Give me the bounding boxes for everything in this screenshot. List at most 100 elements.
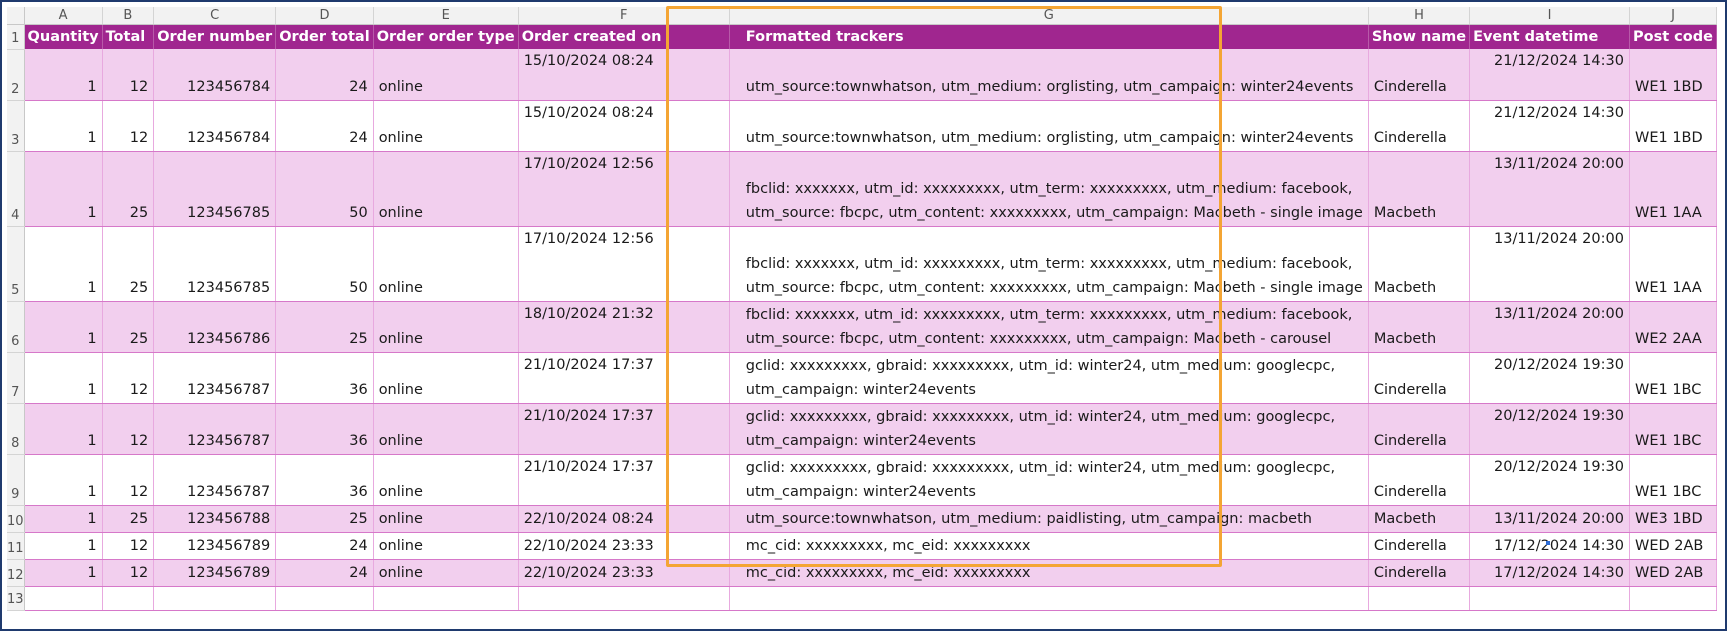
cell-order-type[interactable]: online bbox=[373, 100, 519, 152]
cell-post-code[interactable]: WED 2AB bbox=[1629, 532, 1717, 560]
cell-order-number[interactable]: 123456785 bbox=[153, 151, 277, 227]
cell-order-type[interactable]: online bbox=[373, 301, 519, 353]
cell-formatted-trackers[interactable]: gclid: xxxxxxxxx, gbraid: xxxxxxxxx, utm… bbox=[729, 454, 1369, 506]
column-letter-f[interactable]: F bbox=[518, 7, 730, 25]
cell-order-number[interactable]: 123456785 bbox=[153, 226, 277, 302]
cell-order-number[interactable]: 123456784 bbox=[153, 49, 277, 101]
cell-order-type[interactable]: online bbox=[373, 454, 519, 506]
cell-order-number[interactable]: 123456787 bbox=[153, 352, 277, 404]
cell-quantity[interactable]: 1 bbox=[24, 100, 103, 152]
empty-cell[interactable] bbox=[153, 586, 277, 611]
cell-show-name[interactable]: Cinderella bbox=[1368, 49, 1471, 101]
cell-order-created[interactable]: 22/10/2024 23:33 bbox=[518, 559, 730, 587]
cell-order-created[interactable]: 18/10/2024 21:32 bbox=[518, 301, 730, 353]
empty-cell[interactable] bbox=[518, 586, 730, 611]
cell-quantity[interactable]: 1 bbox=[24, 532, 103, 560]
cell-total[interactable]: 12 bbox=[102, 100, 155, 152]
cell-order-total[interactable]: 24 bbox=[275, 100, 374, 152]
cell-show-name[interactable]: Cinderella bbox=[1368, 454, 1471, 506]
header-show-name[interactable]: Show name bbox=[1368, 24, 1471, 49]
cell-order-type[interactable]: online bbox=[373, 151, 519, 227]
spreadsheet-grid[interactable]: ABCDEFGHIJ 1 Quantity Total Order number… bbox=[7, 7, 1717, 623]
row-number[interactable]: 7 bbox=[7, 352, 25, 404]
cell-quantity[interactable]: 1 bbox=[24, 151, 103, 227]
cell-total[interactable]: 25 bbox=[102, 505, 155, 533]
cell-order-total[interactable]: 25 bbox=[275, 505, 374, 533]
header-total[interactable]: Total bbox=[102, 24, 155, 49]
cell-order-number[interactable]: 123456788 bbox=[153, 505, 277, 533]
row-number[interactable]: 6 bbox=[7, 301, 25, 353]
cell-total[interactable]: 25 bbox=[102, 226, 155, 302]
cell-show-name[interactable]: Cinderella bbox=[1368, 403, 1471, 455]
cell-post-code[interactable]: WE1 1AA bbox=[1629, 226, 1717, 302]
cell-order-total[interactable]: 36 bbox=[275, 403, 374, 455]
header-order-number[interactable]: Order number bbox=[153, 24, 277, 49]
cell-order-created[interactable]: 17/10/2024 12:56 bbox=[518, 226, 730, 302]
row-number[interactable]: 5 bbox=[7, 226, 25, 302]
column-letter-e[interactable]: E bbox=[373, 7, 519, 25]
cell-quantity[interactable]: 1 bbox=[24, 301, 103, 353]
row-number[interactable]: 11 bbox=[7, 532, 25, 560]
cell-order-created[interactable]: 21/10/2024 17:37 bbox=[518, 454, 730, 506]
cell-event-datetime[interactable]: 13/11/2024 20:00 bbox=[1469, 301, 1630, 353]
cell-quantity[interactable]: 1 bbox=[24, 454, 103, 506]
empty-cell[interactable] bbox=[102, 586, 155, 611]
header-event-datetime[interactable]: Event datetime bbox=[1469, 24, 1630, 49]
fill-handle[interactable] bbox=[1546, 541, 1550, 545]
cell-total[interactable]: 25 bbox=[102, 151, 155, 227]
cell-event-datetime[interactable]: 17/12/2024 14:30 bbox=[1469, 532, 1630, 560]
header-quantity[interactable]: Quantity bbox=[24, 24, 103, 49]
empty-cell[interactable] bbox=[1469, 586, 1630, 611]
empty-cell[interactable] bbox=[275, 586, 374, 611]
cell-quantity[interactable]: 1 bbox=[24, 505, 103, 533]
cell-post-code[interactable]: WE1 1BD bbox=[1629, 49, 1717, 101]
cell-total[interactable]: 12 bbox=[102, 559, 155, 587]
cell-order-created[interactable]: 17/10/2024 12:56 bbox=[518, 151, 730, 227]
cell-total[interactable]: 12 bbox=[102, 454, 155, 506]
row-number[interactable]: 3 bbox=[7, 100, 25, 152]
empty-cell[interactable] bbox=[1629, 586, 1717, 611]
cell-formatted-trackers[interactable]: gclid: xxxxxxxxx, gbraid: xxxxxxxxx, utm… bbox=[729, 352, 1369, 404]
cell-order-total[interactable]: 25 bbox=[275, 301, 374, 353]
empty-cell[interactable] bbox=[729, 586, 1369, 611]
cell-show-name[interactable]: Cinderella bbox=[1368, 100, 1471, 152]
cell-total[interactable]: 12 bbox=[102, 352, 155, 404]
empty-cell[interactable] bbox=[1368, 586, 1471, 611]
column-letter-h[interactable]: H bbox=[1368, 7, 1471, 25]
empty-cell[interactable] bbox=[24, 586, 103, 611]
cell-event-datetime[interactable]: 13/11/2024 20:00 bbox=[1469, 151, 1630, 227]
cell-order-created[interactable]: 21/10/2024 17:37 bbox=[518, 352, 730, 404]
cell-show-name[interactable]: Macbeth bbox=[1368, 301, 1471, 353]
cell-event-datetime[interactable]: 21/12/2024 14:30 bbox=[1469, 49, 1630, 101]
cell-total[interactable]: 12 bbox=[102, 49, 155, 101]
cell-total[interactable]: 12 bbox=[102, 532, 155, 560]
cell-show-name[interactable]: Cinderella bbox=[1368, 352, 1471, 404]
row-number[interactable]: 1 bbox=[7, 24, 25, 50]
cell-quantity[interactable]: 1 bbox=[24, 352, 103, 404]
cell-order-created[interactable]: 15/10/2024 08:24 bbox=[518, 100, 730, 152]
cell-post-code[interactable]: WE2 2AA bbox=[1629, 301, 1717, 353]
row-number[interactable]: 8 bbox=[7, 403, 25, 455]
cell-order-created[interactable]: 22/10/2024 08:24 bbox=[518, 505, 730, 533]
cell-show-name[interactable]: Macbeth bbox=[1368, 151, 1471, 227]
cell-post-code[interactable]: WE1 1BC bbox=[1629, 454, 1717, 506]
cell-formatted-trackers[interactable]: utm_source:townwhatson, utm_medium: orgl… bbox=[729, 100, 1369, 152]
cell-order-number[interactable]: 123456787 bbox=[153, 403, 277, 455]
row-number[interactable]: 9 bbox=[7, 454, 25, 506]
cell-quantity[interactable]: 1 bbox=[24, 226, 103, 302]
cell-post-code[interactable]: WE1 1BC bbox=[1629, 352, 1717, 404]
header-order-total[interactable]: Order total bbox=[275, 24, 374, 49]
cell-order-number[interactable]: 123456784 bbox=[153, 100, 277, 152]
cell-formatted-trackers[interactable]: fbclid: xxxxxxx, utm_id: xxxxxxxxx, utm_… bbox=[729, 151, 1369, 227]
cell-order-total[interactable]: 50 bbox=[275, 151, 374, 227]
select-all-corner[interactable] bbox=[7, 7, 25, 25]
cell-post-code[interactable]: WE1 1BC bbox=[1629, 403, 1717, 455]
cell-order-created[interactable]: 22/10/2024 23:33 bbox=[518, 532, 730, 560]
cell-show-name[interactable]: Cinderella bbox=[1368, 532, 1471, 560]
cell-order-type[interactable]: online bbox=[373, 532, 519, 560]
column-letter-c[interactable]: C bbox=[153, 7, 277, 25]
cell-formatted-trackers[interactable]: mc_cid: xxxxxxxxx, mc_eid: xxxxxxxxx bbox=[729, 559, 1369, 587]
cell-post-code[interactable]: WE3 1BD bbox=[1629, 505, 1717, 533]
cell-order-total[interactable]: 24 bbox=[275, 49, 374, 101]
cell-post-code[interactable]: WE1 1BD bbox=[1629, 100, 1717, 152]
